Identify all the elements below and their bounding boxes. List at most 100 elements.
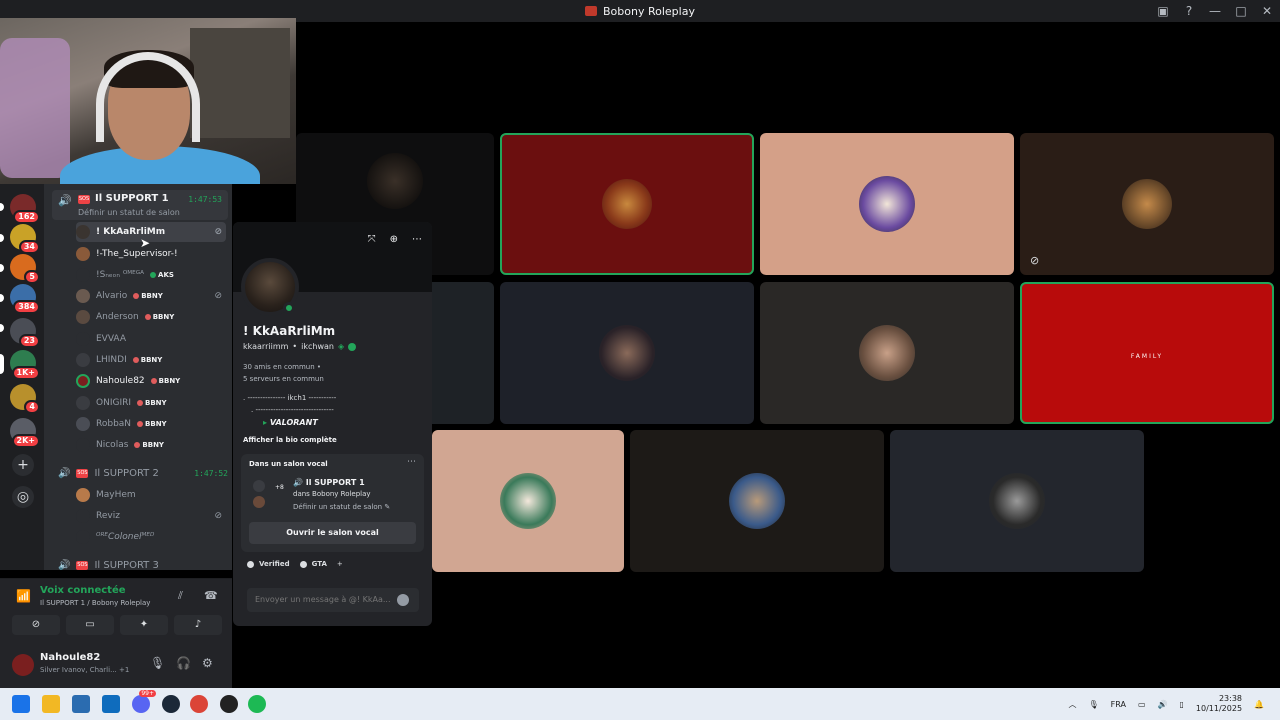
video-tile[interactable] (760, 133, 1014, 275)
inbox-icon[interactable]: ▣ (1150, 4, 1176, 18)
voice-member[interactable]: ONIGIRI BBNY (76, 393, 226, 413)
voice-member[interactable]: Alvario BBNY ⊘ (76, 286, 226, 306)
add-role-icon[interactable]: + (337, 560, 343, 568)
tray-chevron-icon[interactable]: ︿ (1069, 699, 1077, 710)
role-dot-icon (150, 272, 157, 278)
server-icon[interactable]: 4 (10, 384, 40, 414)
close-button[interactable]: ✕ (1254, 4, 1280, 18)
video-tile[interactable] (432, 430, 624, 572)
file-explorer-icon[interactable] (42, 695, 60, 713)
voice-channel-support1[interactable]: 🔊 SOS Il SUPPORT 1 1:47:53 Définir un st… (52, 190, 228, 220)
voice-channel-support3[interactable]: 🔊 SOS Il SUPPORT 3 (58, 556, 228, 571)
show-full-bio-link[interactable]: Afficher la bio complète (243, 436, 337, 444)
spotify-icon[interactable] (248, 695, 266, 713)
voice-member[interactable]: RobbaN BBNY (76, 414, 226, 434)
emoji-icon[interactable] (397, 594, 409, 606)
signal-icon[interactable]: 📶 (16, 589, 31, 603)
role-chip[interactable]: Verified (247, 560, 290, 568)
avatar (76, 310, 90, 324)
video-tile[interactable] (760, 282, 1014, 424)
add-server-icon[interactable]: + (12, 454, 34, 476)
voice-member[interactable]: !Sₙₑₒₙ ᴼᴹᴱᴳᴬ AKS (76, 265, 226, 285)
video-tile[interactable] (500, 282, 754, 424)
role-dot-icon (133, 293, 140, 299)
settings-gear-icon[interactable]: ⚙ (202, 656, 213, 670)
store-icon[interactable] (72, 695, 90, 713)
avatar (76, 374, 90, 388)
more-options-icon[interactable]: ⋯ (407, 457, 416, 467)
video-tile[interactable] (890, 430, 1144, 572)
gun-icon: ▸ (263, 418, 268, 427)
video-tile-speaking[interactable] (500, 133, 754, 275)
role-chip[interactable]: GTA (299, 560, 327, 568)
user-avatar (989, 473, 1045, 529)
add-friend-icon[interactable]: ⊕ (390, 234, 398, 245)
volume-icon[interactable]: 🔊 (1158, 700, 1168, 709)
activities-button[interactable]: ✦ (120, 615, 168, 635)
microphone-icon[interactable]: 🎙 (150, 656, 165, 670)
voice-member[interactable]: LHINDI BBNY (76, 350, 226, 370)
microphone-icon[interactable]: 🎙 (1089, 700, 1099, 709)
sos-tag-icon: SOS (76, 560, 89, 570)
explore-servers-icon[interactable]: ◎ (12, 486, 34, 508)
voice-member[interactable]: Nicolas BBNY (76, 435, 226, 455)
open-voice-channel-button[interactable]: Ouvrir le salon vocal (249, 522, 416, 544)
headphones-icon[interactable]: 🎧 (176, 656, 191, 670)
maximize-button[interactable]: □ (1228, 4, 1254, 18)
camera-toggle-button[interactable]: ⊘ (12, 615, 60, 635)
outlook-icon[interactable] (102, 695, 120, 713)
help-icon[interactable]: ? (1176, 4, 1202, 18)
discord-icon[interactable]: 99+ (132, 690, 156, 713)
voice-member[interactable]: EVVAA (76, 329, 226, 349)
noise-suppression-icon[interactable]: ⫽ (178, 589, 183, 603)
avatar (76, 268, 90, 282)
server-icon[interactable]: 1K+ (10, 350, 40, 380)
screen-share-button[interactable]: ▭ (66, 615, 114, 635)
voice-member[interactable]: ! KkAaRrliMm ⊘ (76, 222, 226, 242)
speaker-icon: 🔊 (58, 467, 71, 479)
battery-icon[interactable]: ▯ (1180, 700, 1184, 709)
webcam-shelf (190, 28, 290, 138)
minimize-button[interactable]: — (1202, 4, 1228, 18)
video-tile[interactable]: ⊘ (1020, 133, 1274, 275)
voice-member[interactable]: ᴼᴿᴱColonelᴹᴱᴰ (76, 527, 226, 547)
avatar (76, 353, 90, 367)
server-folder-icon[interactable]: 2K+ (10, 418, 40, 448)
avatar (76, 438, 90, 452)
voice-channel-support2[interactable]: 🔊 SOS Il SUPPORT 2 1:47:52 (58, 464, 228, 482)
voice-member[interactable]: Reviz ⊘ (76, 506, 226, 526)
video-tile-speaking[interactable]: FAMILY (1020, 282, 1274, 424)
more-options-icon[interactable]: ⋯ (412, 234, 422, 245)
windows-start-icon[interactable] (12, 695, 30, 713)
server-icon[interactable]: 23 (10, 318, 40, 348)
obs-icon[interactable] (220, 695, 238, 713)
avatar (76, 488, 90, 502)
chrome-icon[interactable] (190, 695, 208, 713)
network-icon[interactable]: ▭ (1138, 700, 1146, 709)
bio-game: ▸ VALORANT (263, 418, 318, 427)
server-icon[interactable]: 5 (10, 254, 40, 284)
block-icon[interactable]: ⤧ (368, 234, 376, 245)
steam-icon[interactable] (162, 695, 180, 713)
muted-icon: ⊘ (1030, 254, 1040, 267)
voice-member[interactable]: Nahoule82 BBNY (76, 371, 226, 391)
mutual-servers[interactable]: 5 serveurs en commun (243, 375, 324, 383)
clock[interactable]: 23:38 10/11/2025 (1196, 694, 1242, 714)
server-icon[interactable]: 384 (10, 284, 40, 314)
notification-icon[interactable]: 🔔 (1254, 700, 1264, 709)
video-tile[interactable] (630, 430, 884, 572)
server-icon[interactable]: 162 (10, 194, 40, 224)
role-dot-icon (134, 442, 141, 448)
message-input[interactable] (247, 588, 419, 612)
disconnect-icon[interactable]: ☎ (204, 589, 218, 602)
avatar[interactable] (12, 654, 34, 676)
voice-member[interactable]: !-The_Supervisor-! (76, 244, 226, 264)
voice-member[interactable]: Anderson BBNY (76, 307, 226, 327)
voice-member[interactable]: MayHem (76, 485, 226, 505)
soundboard-button[interactable]: ♪ (174, 615, 222, 635)
mutual-friends[interactable]: 30 amis en commun • (243, 363, 321, 371)
server-list: 162 34 5 384 23 1K+ 4 2K+ + ◎ (0, 184, 44, 570)
server-icon[interactable]: 34 (10, 224, 40, 254)
avatar (253, 496, 265, 508)
voice-channel-name: 🔊 Il SUPPORT 1 (293, 478, 365, 487)
